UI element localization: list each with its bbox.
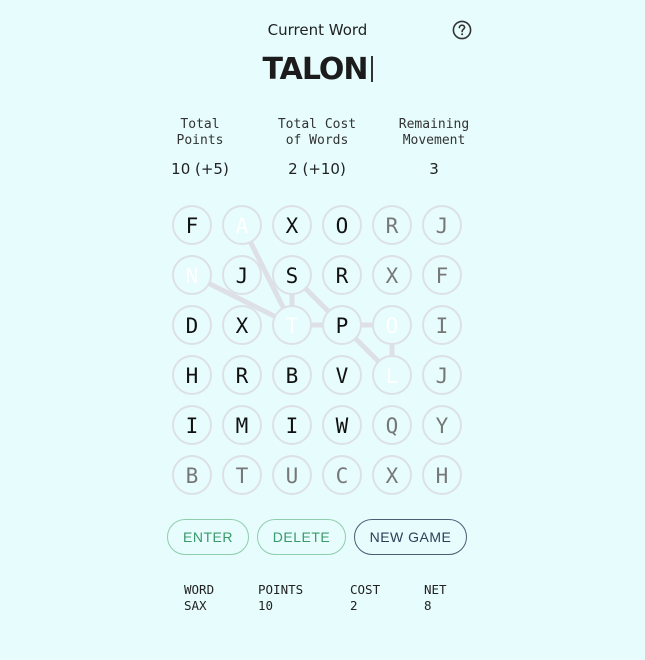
new-game-button[interactable]: NEW GAME [354, 519, 467, 555]
letter-cell[interactable]: F [172, 205, 212, 245]
history-header-points: POINTS [258, 582, 304, 597]
letter-cell[interactable]: D [172, 305, 212, 345]
history-cell-word: SAX [184, 598, 207, 613]
history-header-word: WORD [184, 582, 215, 597]
letter-cell[interactable]: O [322, 205, 362, 245]
letter-cell-circle[interactable] [372, 255, 412, 295]
history-header-cost: COST [350, 582, 381, 597]
letter-cell-circle[interactable] [172, 405, 212, 445]
history-col-points: POINTS 10 [258, 582, 303, 614]
letter-cell-circle[interactable] [222, 205, 262, 245]
letter-cell-circle[interactable] [222, 455, 262, 495]
letter-cell-circle[interactable] [272, 305, 312, 345]
letter-cell[interactable]: I [272, 405, 312, 445]
letter-cell[interactable]: H [172, 355, 212, 395]
letter-cell[interactable]: P [322, 305, 362, 345]
history-col-cost: COST 2 [350, 582, 380, 614]
letter-cell[interactable]: R [372, 205, 412, 245]
letter-board: F A X O R JN J S R X FD X T P O IH R B V L JI M I W Q YB T U C X H [172, 205, 462, 495]
letter-cell[interactable]: H [422, 455, 462, 495]
history-cell-net: 8 [424, 598, 432, 613]
letter-cell[interactable]: X [372, 455, 412, 495]
letter-cell[interactable]: W [322, 405, 362, 445]
history-col-net: NET 8 [424, 582, 447, 614]
letter-cell-circle[interactable] [372, 405, 412, 445]
letter-cell[interactable]: U [272, 455, 312, 495]
letter-cell-circle[interactable] [272, 455, 312, 495]
letter-cell-circle[interactable] [372, 205, 412, 245]
letter-cell[interactable]: V [322, 355, 362, 395]
history-col-word: WORD SAX [184, 582, 214, 614]
letter-cell[interactable]: R [322, 255, 362, 295]
letter-cell[interactable]: J [422, 355, 462, 395]
letter-cell-circle[interactable] [422, 305, 462, 345]
letter-cell-circle[interactable] [422, 405, 462, 445]
letter-cell-circle[interactable] [322, 355, 362, 395]
letter-cell[interactable]: M [222, 405, 262, 445]
letter-cell-circle[interactable] [372, 455, 412, 495]
history-header-net: NET [424, 582, 447, 597]
letter-cell-circle[interactable] [272, 355, 312, 395]
letter-cell[interactable]: N [172, 255, 212, 295]
history-cell-points: 10 [258, 598, 274, 613]
letter-cell[interactable]: X [222, 305, 262, 345]
delete-button[interactable]: DELETE [257, 519, 346, 555]
letter-cell-circle[interactable] [322, 305, 362, 345]
letter-cell-circle[interactable] [272, 205, 312, 245]
letter-cell-circle[interactable] [422, 355, 462, 395]
history-cell-cost: 2 [350, 598, 358, 613]
letter-cell[interactable]: C [322, 455, 362, 495]
letter-cell-circle[interactable] [172, 455, 212, 495]
letter-cell-circle[interactable] [322, 455, 362, 495]
letter-cell[interactable]: B [272, 355, 312, 395]
letter-cell[interactable]: I [172, 405, 212, 445]
letter-cell[interactable]: Q [372, 405, 412, 445]
letter-cell-circle[interactable] [322, 255, 362, 295]
letter-cell[interactable]: T [272, 305, 312, 345]
letter-cell[interactable]: J [222, 255, 262, 295]
letter-cell-circle[interactable] [222, 305, 262, 345]
letter-cell[interactable]: T [222, 455, 262, 495]
letter-cell-circle[interactable] [222, 405, 262, 445]
letter-cell-circle[interactable] [372, 305, 412, 345]
letter-cell[interactable]: X [272, 205, 312, 245]
letter-cell[interactable]: R [222, 355, 262, 395]
letter-cell[interactable]: X [372, 255, 412, 295]
letter-cell-circle[interactable] [222, 255, 262, 295]
letter-cell[interactable]: J [422, 205, 462, 245]
letter-cell-circle[interactable] [222, 355, 262, 395]
letter-cell-circle[interactable] [422, 205, 462, 245]
letter-cell[interactable]: S [272, 255, 312, 295]
letter-cell-circle[interactable] [272, 405, 312, 445]
letter-cell[interactable]: I [422, 305, 462, 345]
letter-cell-circle[interactable] [422, 255, 462, 295]
letter-cell-circle[interactable] [272, 255, 312, 295]
letter-cell-circle[interactable] [322, 205, 362, 245]
letter-cell-circle[interactable] [172, 255, 212, 295]
letter-cell-circle[interactable] [172, 205, 212, 245]
letter-cell[interactable]: B [172, 455, 212, 495]
letter-cell-circle[interactable] [322, 405, 362, 445]
enter-button[interactable]: ENTER [167, 519, 249, 555]
letter-cell-circle[interactable] [172, 355, 212, 395]
letter-cell[interactable]: F [422, 255, 462, 295]
letter-cell-circle[interactable] [172, 305, 212, 345]
letter-cell-circle[interactable] [422, 455, 462, 495]
letter-cell[interactable]: L [372, 355, 412, 395]
letter-cell[interactable]: A [222, 205, 262, 245]
letter-cell-circle[interactable] [372, 355, 412, 395]
letter-cell[interactable]: O [372, 305, 412, 345]
letter-cell[interactable]: Y [422, 405, 462, 445]
